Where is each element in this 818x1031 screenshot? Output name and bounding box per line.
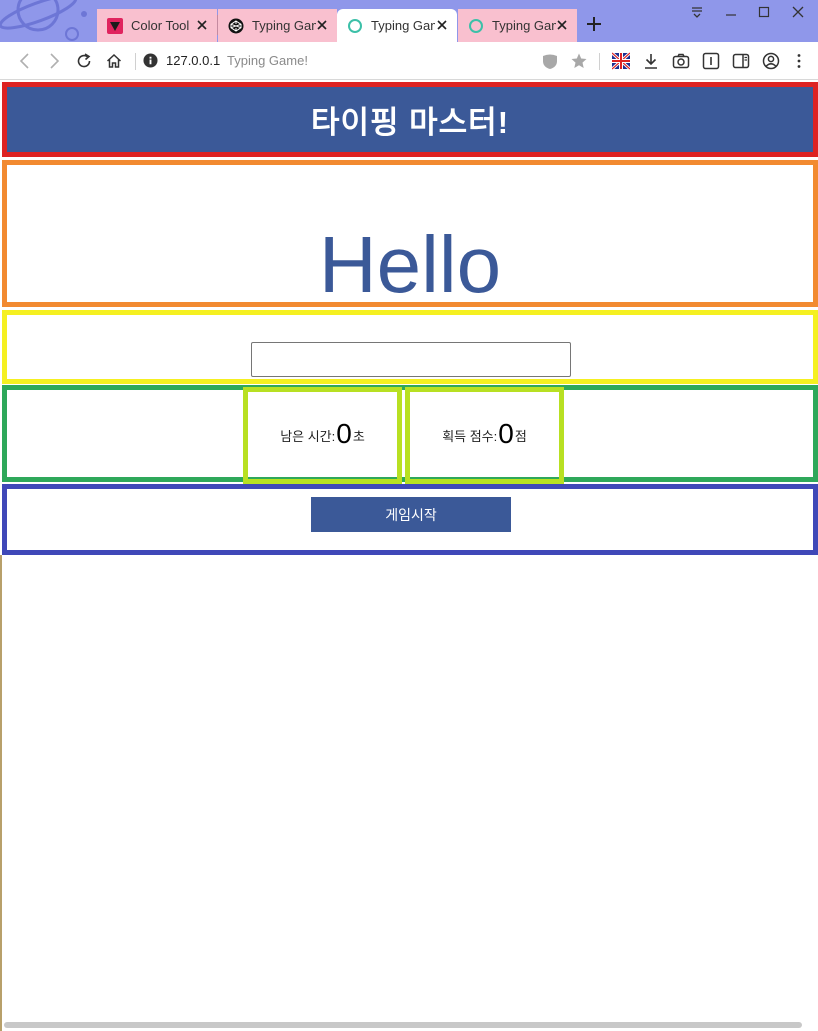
score-unit: 점 — [514, 429, 527, 444]
viewport-left-edge — [0, 555, 2, 1031]
time-unit: 초 — [352, 429, 365, 444]
tab-label: Typing Game — [492, 18, 556, 33]
home-icon[interactable] — [105, 52, 123, 70]
close-tab-icon[interactable] — [555, 18, 569, 32]
tab-label: Typing Game — [252, 18, 316, 33]
tab-typing-game[interactable]: Typing Game — [458, 9, 577, 42]
start-game-button[interactable]: 게임시작 — [311, 497, 511, 532]
site-info-icon[interactable] — [143, 53, 158, 68]
word-display-section: Hello — [2, 160, 818, 309]
tab-typing-game-active[interactable]: Typing Game — [337, 9, 457, 42]
codepen-icon — [228, 18, 244, 33]
tab-typing-game-codepen[interactable]: Typing Game — [218, 9, 337, 42]
sidebar-icon[interactable] — [732, 52, 750, 70]
time-remaining: 남은 시간: 0 초 — [243, 387, 402, 484]
typing-input[interactable] — [251, 342, 571, 377]
url-host[interactable]: 127.0.0.1 — [166, 53, 220, 68]
close-tab-icon[interactable] — [315, 18, 329, 32]
toolbar-separator — [599, 53, 600, 70]
forward-icon[interactable] — [45, 52, 63, 70]
browser-tab-bar: Color Tool Typing Game Typing Game Typin… — [0, 0, 818, 42]
status-section: 남은 시간: 0 초 획득 점수: 0 점 — [2, 385, 818, 484]
shield-icon[interactable] — [541, 52, 559, 70]
input-section — [2, 310, 818, 384]
color-tool-icon — [107, 17, 123, 34]
reload-icon[interactable] — [75, 52, 93, 70]
toolbar-separator — [135, 53, 136, 70]
close-window-icon[interactable] — [790, 4, 806, 20]
menu-kebab-icon[interactable] — [790, 52, 808, 70]
loading-ring-icon — [469, 18, 483, 33]
url-page-title[interactable]: Typing Game! — [227, 53, 308, 68]
tab-label: Typing Game — [371, 18, 435, 33]
time-value: 0 — [336, 417, 352, 449]
translate-flag-icon[interactable] — [612, 52, 630, 70]
score-label: 획득 점수: — [442, 429, 498, 444]
bookmark-star-icon[interactable] — [570, 52, 588, 70]
time-label: 남은 시간: — [280, 429, 336, 444]
tab-search-icon[interactable] — [689, 4, 705, 20]
target-word: Hello — [318, 220, 502, 309]
button-section: 게임시작 — [2, 484, 818, 555]
game-header: 타이핑 마스터! — [2, 82, 818, 157]
close-tab-icon[interactable] — [435, 18, 449, 32]
tab-color-tool[interactable]: Color Tool — [97, 9, 217, 42]
planet-decoration-icon — [0, 0, 87, 41]
browser-toolbar: 127.0.0.1 Typing Game! — [0, 42, 818, 80]
reader-mode-icon[interactable] — [702, 52, 720, 70]
close-tab-icon[interactable] — [195, 18, 209, 32]
loading-ring-icon — [348, 18, 362, 33]
profile-icon[interactable] — [762, 52, 780, 70]
page-title: 타이핑 마스터! — [310, 105, 510, 140]
minimize-icon[interactable] — [723, 4, 739, 20]
score-value: 0 — [498, 417, 514, 449]
tab-label: Color Tool — [131, 18, 190, 33]
score: 획득 점수: 0 점 — [405, 387, 564, 484]
new-tab-icon[interactable] — [585, 15, 603, 33]
page-viewport: 타이핑 마스터! Hello 남은 시간: 0 초 획득 점수: 0 점 게임시… — [0, 80, 818, 1031]
camera-icon[interactable] — [672, 52, 690, 70]
download-icon[interactable] — [642, 52, 660, 70]
maximize-icon[interactable] — [756, 4, 772, 20]
horizontal-scrollbar[interactable] — [4, 1022, 802, 1028]
back-icon[interactable] — [16, 52, 34, 70]
